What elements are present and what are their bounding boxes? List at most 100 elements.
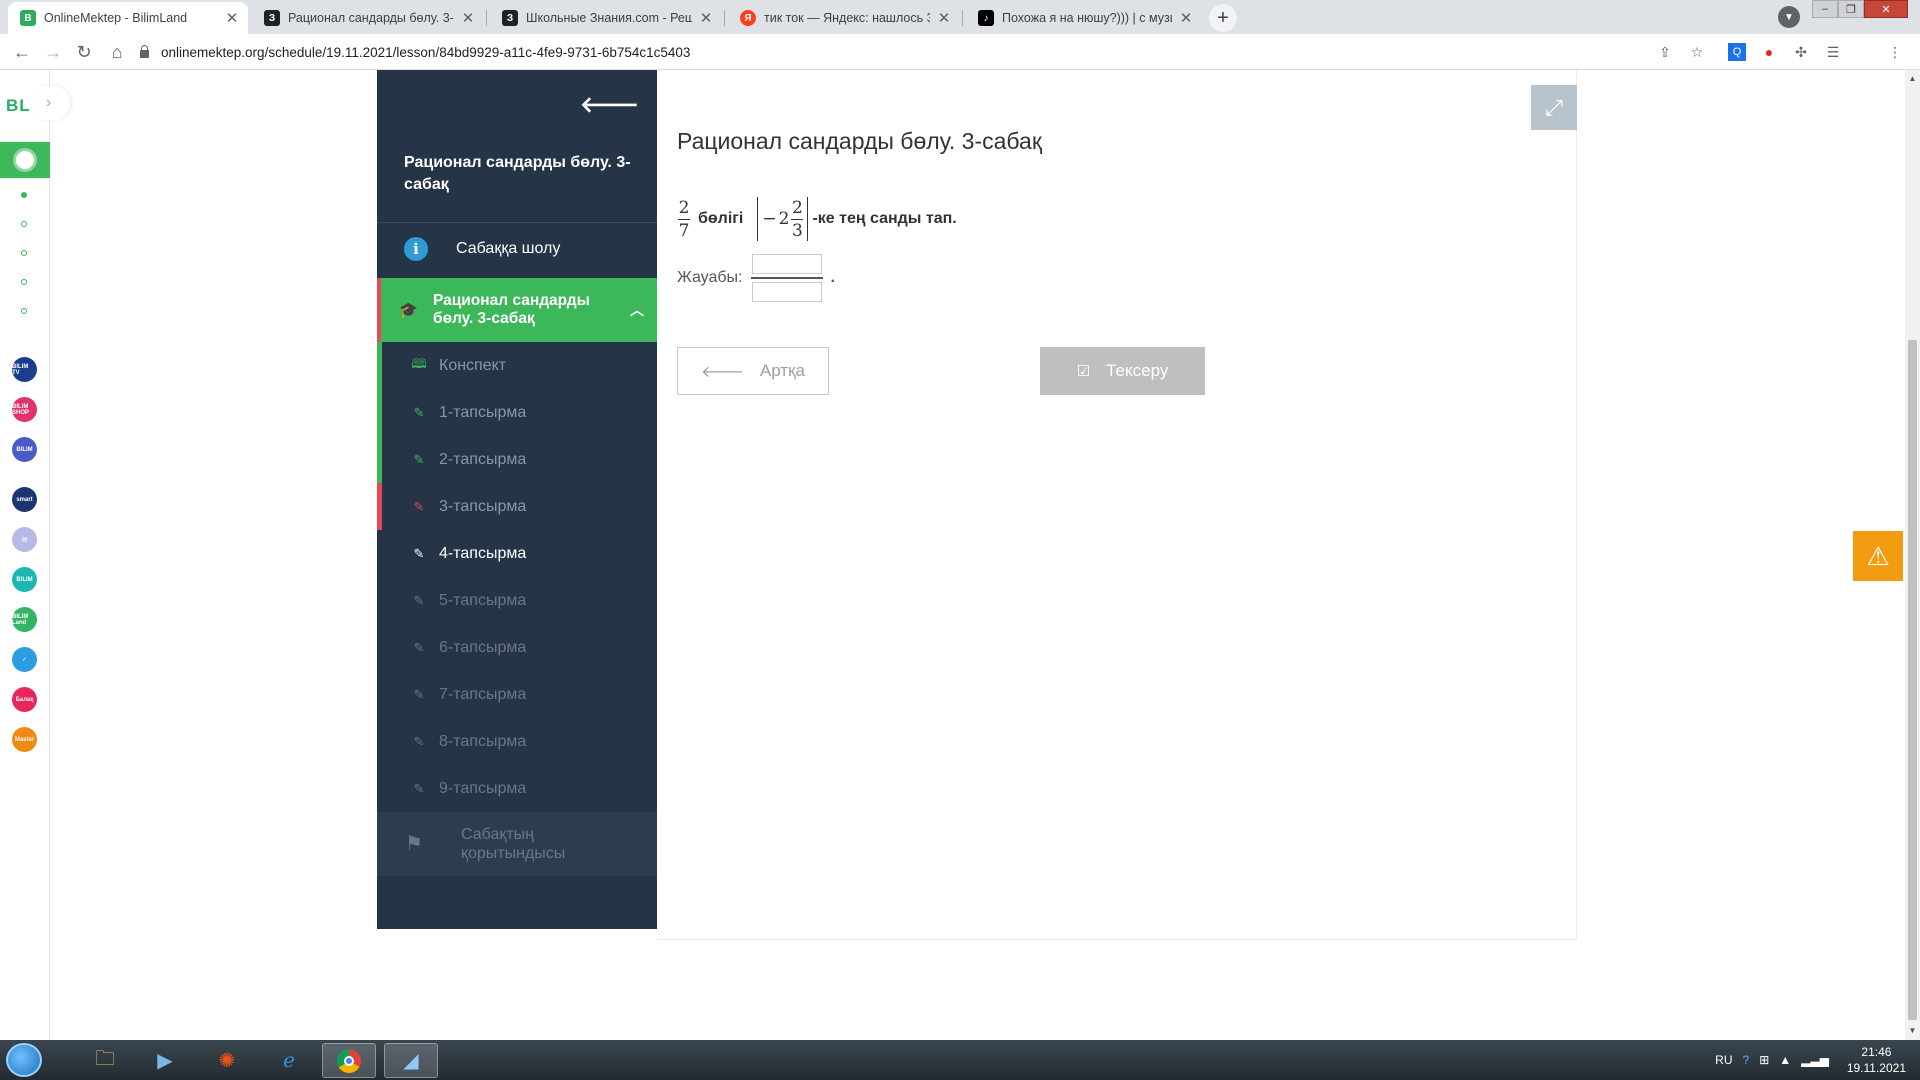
newspaper-icon[interactable]: ▤ xyxy=(12,527,37,552)
tab-tiktok[interactable]: ♪ Похожа я на нюшу?))) | с музык ✕ xyxy=(966,2,1202,34)
app-icon[interactable]: ◢ xyxy=(384,1043,438,1078)
sidebar-item-overview[interactable]: i Сабаққа шолу xyxy=(377,222,657,276)
sidebar-subitem[interactable]: ✎ 2-тапсырма xyxy=(377,436,657,483)
browser-tab-bar: B OnlineMektep - BilimLand ✕ З Рационал … xyxy=(0,0,1920,34)
rail-dot[interactable] xyxy=(21,308,27,314)
reload-icon[interactable]: ↻ xyxy=(72,40,96,64)
lesson-sidebar: 🡐 Рационал сандарды бөлу. 3-сабақ i Саба… xyxy=(377,70,657,929)
bookmark-star-icon[interactable]: ☆ xyxy=(1688,43,1706,61)
close-icon[interactable]: ✕ xyxy=(1178,9,1194,27)
sidebar-subitem[interactable]: ✎ 9-тапсырма xyxy=(377,765,657,812)
sidebar-item-label: Сабаққа шолу xyxy=(456,240,561,257)
close-icon[interactable]: ✕ xyxy=(224,9,240,27)
rail-item-onlinemektep[interactable] xyxy=(0,142,50,178)
sidebar-subitem-label: 7-тапсырма xyxy=(439,685,527,703)
sidebar-subitem[interactable]: ✎ 3-тапсырма xyxy=(377,483,657,530)
bilim-shop-icon[interactable]: BILIM SHOP xyxy=(12,397,37,422)
check-app-icon[interactable]: ✓ xyxy=(12,647,37,672)
bilim-media-icon[interactable]: BILIM xyxy=(12,567,37,592)
help-icon[interactable]: ? xyxy=(1743,1053,1750,1067)
task-suffix: -ке тең санды тап. xyxy=(812,210,957,227)
tray-up-icon[interactable]: ▲ xyxy=(1779,1053,1791,1067)
media-player-icon[interactable]: ▶ xyxy=(138,1043,192,1078)
clock[interactable]: 21:46 19.11.2021 xyxy=(1847,1044,1906,1076)
bilim-tv-icon[interactable]: BILIM TV xyxy=(12,357,37,382)
network-icon[interactable]: ⊞ xyxy=(1759,1053,1769,1067)
sidebar-subitem-label: 9-тапсырма xyxy=(439,779,527,797)
expand-rail-icon[interactable]: › xyxy=(40,86,70,120)
sidebar-subitem[interactable]: ✎ 7-тапсырма xyxy=(377,671,657,718)
sidebar-subitem[interactable]: ✎ 5-тапсырма xyxy=(377,577,657,624)
sidebar-subitem[interactable]: ✎ 4-тапсырма xyxy=(377,530,657,577)
internet-explorer-icon[interactable]: ℯ xyxy=(262,1043,316,1078)
close-icon[interactable]: ✕ xyxy=(698,9,714,27)
rail-dot[interactable] xyxy=(21,279,27,285)
answer-numerator-input[interactable] xyxy=(751,254,822,274)
minimize-icon[interactable]: – xyxy=(1812,0,1838,18)
reading-list-icon[interactable]: ☰ xyxy=(1824,43,1842,61)
arrow-left-icon[interactable]: 🡐 xyxy=(580,92,639,118)
tab-rational-division[interactable]: З Рационал сандарды бөлу. 3-саб ✕ xyxy=(252,2,484,34)
address-bar[interactable]: onlinemektep.org/schedule/19.11.2021/les… xyxy=(140,34,690,70)
sidebar-subitem[interactable]: ✎ 1-тапсырма xyxy=(377,389,657,436)
language-indicator[interactable]: RU xyxy=(1715,1053,1732,1067)
orange-app-icon[interactable]: Master xyxy=(12,727,37,752)
znania-icon: З xyxy=(502,10,518,26)
check-button[interactable]: ☑ Тексеру xyxy=(1040,347,1205,395)
bilim-class-icon[interactable]: BILIM xyxy=(12,437,37,462)
smart-nation-icon[interactable]: smart xyxy=(12,487,37,512)
scroll-up-icon[interactable]: ▲ xyxy=(1908,74,1917,83)
bilim-land-icon[interactable]: BILIM Land xyxy=(12,607,37,632)
window-close-icon[interactable]: ✕ xyxy=(1864,0,1908,18)
extension-icon[interactable]: ● xyxy=(1760,43,1778,61)
share-icon[interactable]: ⇪ xyxy=(1656,43,1674,61)
scroll-down-icon[interactable]: ▼ xyxy=(1908,1026,1917,1035)
maximize-icon[interactable]: ❐ xyxy=(1838,0,1864,18)
tab-znania[interactable]: З Школьные Знания.com - Решае ✕ xyxy=(490,2,722,34)
sidebar-subitem-label: Конспект xyxy=(439,356,507,374)
close-icon[interactable]: ✕ xyxy=(460,9,476,27)
back-icon[interactable]: ← xyxy=(10,40,34,64)
info-icon: i xyxy=(404,237,428,261)
chevron-up-icon[interactable]: ︿ xyxy=(617,300,657,320)
rail-dot[interactable] xyxy=(21,192,27,198)
tab-title: Рационал сандарды бөлу. 3-саб xyxy=(288,11,454,25)
puzzle-icon[interactable]: ✣ xyxy=(1792,43,1810,61)
signal-icon[interactable]: ▂▃▅ xyxy=(1801,1053,1829,1067)
start-button[interactable] xyxy=(6,1043,42,1077)
task-statement: 2 7 бөлігі − 2 2 3 -ке тең санды тап. xyxy=(678,194,957,244)
tab-onlinemektep[interactable]: B OnlineMektep - BilimLand ✕ xyxy=(8,2,248,34)
kids-icon[interactable]: Балақ xyxy=(12,687,37,712)
media-app-icon[interactable]: ✺ xyxy=(200,1043,254,1078)
fullscreen-icon[interactable]: ⤢ xyxy=(1531,85,1577,130)
page-scrollbar[interactable]: ▲ ▼ xyxy=(1905,70,1920,1040)
warning-icon[interactable]: ⚠ xyxy=(1853,531,1903,581)
sidebar-subitem[interactable]: ✎ 6-тапсырма xyxy=(377,624,657,671)
chrome-icon[interactable] xyxy=(322,1043,376,1078)
sidebar-item-summary[interactable]: ⚑ Сабақтың қорытындысы xyxy=(377,812,657,876)
window-controls: – ❐ ✕ xyxy=(1812,0,1908,18)
tab-search-icon[interactable]: ▼ xyxy=(1778,6,1800,28)
sidebar-item-current-lesson[interactable]: 🎓 Рационал сандарды бөлу. 3-сабақ ︿ xyxy=(377,278,657,342)
page-title: Рационал сандарды бөлу. 3-сабақ xyxy=(677,128,1042,154)
menu-icon[interactable]: ⋮ xyxy=(1886,43,1904,61)
close-icon[interactable]: ✕ xyxy=(936,9,952,27)
scroll-thumb[interactable] xyxy=(1908,340,1917,1020)
tab-yandex[interactable]: Я тик ток — Яндекс: нашлось 3 м ✕ xyxy=(728,2,960,34)
edit-icon: ✎ xyxy=(413,639,425,655)
graduation-cap-icon: 🎓 xyxy=(399,302,418,319)
home-icon[interactable]: ⌂ xyxy=(105,40,129,64)
rail-dot[interactable] xyxy=(21,221,27,227)
sidebar-subitem[interactable]: ✎ 8-тапсырма xyxy=(377,718,657,765)
new-tab-button[interactable]: + xyxy=(1209,4,1237,32)
answer-denominator-input[interactable] xyxy=(751,282,822,302)
file-explorer-icon[interactable]: 🗀 xyxy=(78,1043,132,1078)
back-button[interactable]: 🡐 Артқа xyxy=(677,347,829,395)
sidebar-subitem-label: 6-тапсырма xyxy=(439,638,527,656)
fraction-bar xyxy=(791,218,804,220)
browser-toolbar: ← → ↻ ⌂ onlinemektep.org/schedule/19.11.… xyxy=(0,34,1920,70)
forward-icon[interactable]: → xyxy=(41,40,65,64)
rail-dot[interactable] xyxy=(21,250,27,256)
search-extension-icon[interactable]: Q xyxy=(1728,43,1746,61)
sidebar-subitem[interactable]: 🕮 Конспект xyxy=(377,342,657,389)
